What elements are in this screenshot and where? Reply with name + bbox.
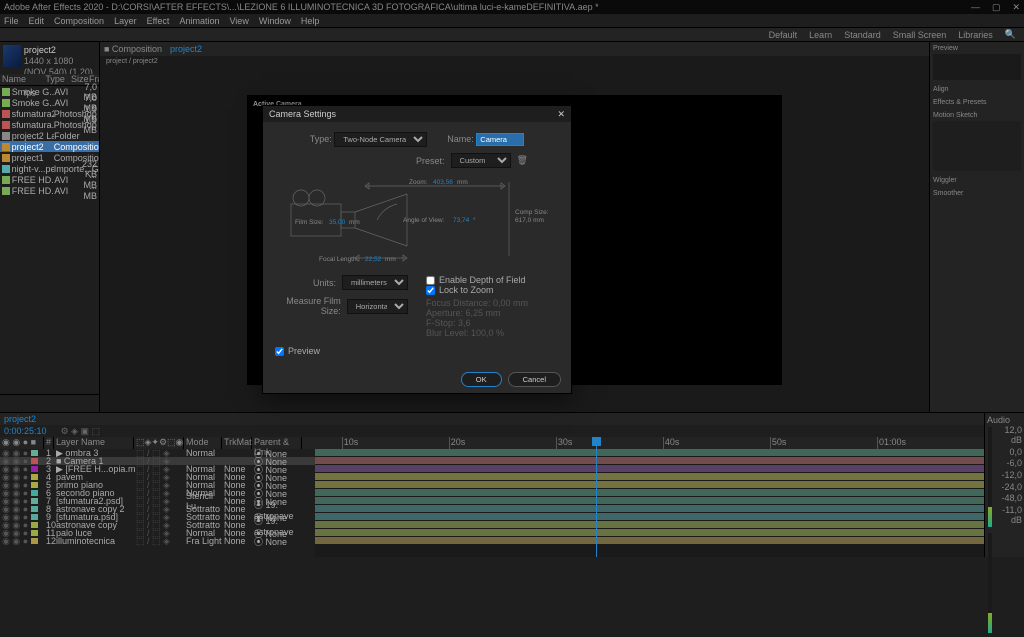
timeline-tab[interactable]: project2 xyxy=(4,414,36,424)
app-title: Adobe After Effects 2020 - D:\CORSI\AFTE… xyxy=(4,2,599,12)
menu-animation[interactable]: Animation xyxy=(179,16,219,26)
svg-text:Angle of View:: Angle of View: xyxy=(403,217,445,224)
zoom-value: 403,56 xyxy=(433,179,453,186)
lockzoom-checkbox[interactable] xyxy=(426,286,435,295)
playhead[interactable] xyxy=(596,437,597,557)
svg-text:°: ° xyxy=(473,216,476,224)
menu-file[interactable]: File xyxy=(4,16,19,26)
project-footer xyxy=(0,394,99,412)
svg-text:Focal Length:: Focal Length: xyxy=(319,256,359,263)
comp-name: project2 xyxy=(24,45,96,56)
svg-text:35,00: 35,00 xyxy=(329,219,346,226)
units-select[interactable]: millimeters xyxy=(342,275,408,290)
camera-settings-dialog: Camera Settings ✕ Type: Two-Node Camera … xyxy=(262,105,572,394)
menu-composition[interactable]: Composition xyxy=(54,16,104,26)
minimize-icon[interactable]: — xyxy=(971,2,980,13)
ws-standard[interactable]: Standard xyxy=(844,30,881,40)
dialog-close-icon[interactable]: ✕ xyxy=(557,109,565,120)
close-icon[interactable]: ✕ xyxy=(1012,2,1020,13)
audio-panel: Audio 12,0 dB0,0-6,0-12,0-24,0-48,0-11,0… xyxy=(984,413,1024,557)
audio-meter-r xyxy=(988,533,992,633)
comp-thumbnail[interactable] xyxy=(3,45,21,67)
right-panels: Preview Align Effects & Presets Motion S… xyxy=(929,42,1024,412)
comp-tab-icon: ■ Composition xyxy=(104,44,162,54)
dof-checkbox[interactable] xyxy=(426,276,435,285)
svg-text:617,0 mm: 617,0 mm xyxy=(515,217,544,224)
ws-small[interactable]: Small Screen xyxy=(893,30,947,40)
camera-diagram: Zoom: 403,56 mm Film Size:35,00mm Angle … xyxy=(275,174,559,269)
svg-text:73,74: 73,74 xyxy=(453,217,470,224)
ws-learn[interactable]: Learn xyxy=(809,30,832,40)
menu-effect[interactable]: Effect xyxy=(147,16,170,26)
measure-select[interactable]: Horizontally xyxy=(347,299,408,314)
maximize-icon[interactable]: ▢ xyxy=(992,2,1001,13)
menu-bar: File Edit Composition Layer Effect Anima… xyxy=(0,14,1024,28)
zoom-label: Zoom: xyxy=(409,179,428,186)
preview-checkbox[interactable] xyxy=(275,347,284,356)
svg-text:Film Size:: Film Size: xyxy=(295,219,324,226)
timeline-panel: project2 0:00:25:10 ⚙ ◈ ▣ ⬚ ◉ ◉ ● ■ # La… xyxy=(0,413,984,557)
preset-select[interactable]: Custom xyxy=(451,153,511,168)
workspace-bar: Default Learn Standard Small Screen Libr… xyxy=(0,28,1024,42)
camera-type-select[interactable]: Two-Node Camera xyxy=(334,132,427,147)
menu-help[interactable]: Help xyxy=(301,16,320,26)
time-ruler[interactable]: 10s20s30s40s50s01:00s xyxy=(315,437,984,449)
current-time[interactable]: 0:00:25:10 xyxy=(4,426,47,436)
comp-tab[interactable]: project2 xyxy=(170,44,202,54)
project-panel: project2 1440 x 1080 (NOV 540) (1,20) Δ … xyxy=(0,42,100,412)
svg-text:22,52: 22,52 xyxy=(365,256,382,263)
camera-name-input[interactable] xyxy=(476,133,524,146)
menu-layer[interactable]: Layer xyxy=(114,16,137,26)
menu-window[interactable]: Window xyxy=(259,16,291,26)
dialog-title: Camera Settings xyxy=(269,109,336,119)
layer-row[interactable]: ◉ ◉ ● 12illuminotecnica⬚ / ⬚ ◈Fra LightN… xyxy=(0,537,315,545)
trash-icon[interactable]: 🗑 xyxy=(517,155,528,166)
svg-text:Comp Size:: Comp Size: xyxy=(515,209,549,216)
menu-view[interactable]: View xyxy=(229,16,248,26)
ok-button[interactable]: OK xyxy=(461,372,502,387)
cancel-button[interactable]: Cancel xyxy=(508,372,561,387)
breadcrumb[interactable]: project / project2 xyxy=(100,56,929,68)
menu-edit[interactable]: Edit xyxy=(29,16,45,26)
audio-meter-l xyxy=(988,427,992,527)
svg-text:mm: mm xyxy=(349,219,360,226)
svg-text:mm: mm xyxy=(385,256,396,263)
ws-libraries[interactable]: Libraries xyxy=(958,30,993,40)
search-icon[interactable]: 🔍 xyxy=(1005,29,1016,40)
title-bar: Adobe After Effects 2020 - D:\CORSI\AFTE… xyxy=(0,0,1024,14)
project-item[interactable]: FREE HD...mp4AVI... MB xyxy=(0,185,99,196)
ws-default[interactable]: Default xyxy=(769,30,798,40)
project-item[interactable]: project2Composition xyxy=(0,141,99,152)
svg-text:mm: mm xyxy=(457,179,468,186)
project-item[interactable]: sfumatura.psdPhotoshop1,9 MB xyxy=(0,119,99,130)
